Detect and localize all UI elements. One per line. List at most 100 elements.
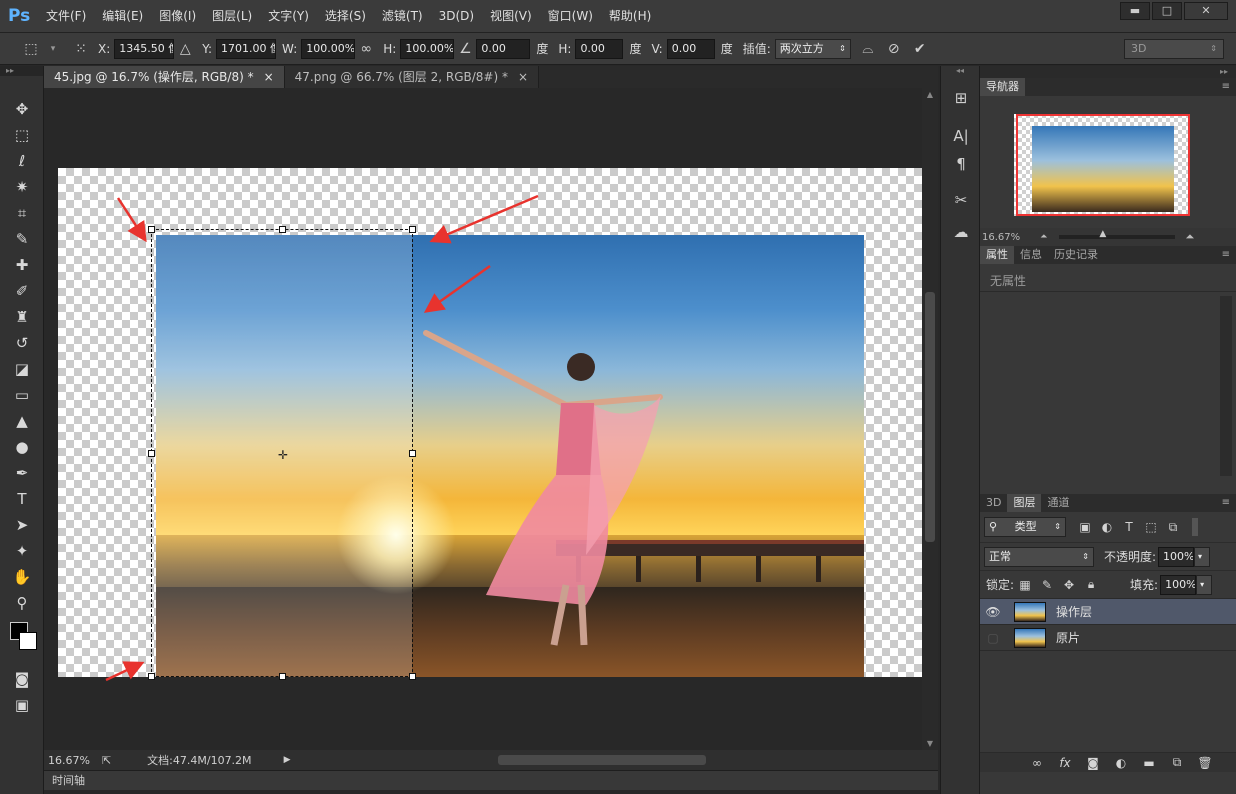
navigator-zoom-slider[interactable]: ▲ bbox=[1059, 229, 1176, 239]
filter-toggle[interactable] bbox=[1192, 518, 1198, 536]
delete-layer-icon[interactable]: 🗑︎ bbox=[1194, 753, 1216, 773]
menu-edit[interactable]: 编辑(E) bbox=[94, 0, 151, 33]
menu-file[interactable]: 文件(F) bbox=[38, 0, 94, 33]
opacity-field[interactable]: 100% bbox=[1158, 546, 1195, 567]
crop-tool-icon[interactable]: ⌗ bbox=[0, 200, 44, 226]
dodge-tool-icon[interactable]: ● bbox=[0, 434, 44, 460]
link-icon[interactable]: ∞ bbox=[355, 38, 377, 60]
transform-handle-left[interactable] bbox=[148, 450, 155, 457]
lasso-tool-icon[interactable]: ℓ bbox=[0, 148, 44, 174]
strip-grip[interactable]: ◂◂ bbox=[941, 66, 979, 84]
rotate-field[interactable]: 0.00 bbox=[476, 38, 531, 59]
vskew-field[interactable]: 0.00 bbox=[666, 38, 715, 59]
lock-all-icon[interactable]: 🔒︎ bbox=[1080, 575, 1102, 595]
transform-pivot-icon[interactable]: ✛ bbox=[278, 449, 290, 461]
filter-smart-object-icon[interactable]: ⧉ bbox=[1162, 517, 1184, 537]
vertical-scrollbar[interactable]: ▲ ▼ bbox=[922, 88, 938, 750]
path-selection-tool-icon[interactable]: ➤ bbox=[0, 512, 44, 538]
x-field[interactable]: 1345.50 像 bbox=[114, 38, 175, 59]
filter-adjustment-icon[interactable]: ◐ bbox=[1096, 517, 1118, 537]
lock-pixels-icon[interactable]: ✎ bbox=[1036, 575, 1058, 595]
hand-tool-icon[interactable]: ✋ bbox=[0, 564, 44, 590]
new-layer-icon[interactable]: ⧉ bbox=[1166, 753, 1188, 773]
panel-menu-icon[interactable]: ≡ bbox=[1222, 78, 1230, 96]
zoom-tool-icon[interactable]: ⚲ bbox=[0, 590, 44, 616]
canvas-area[interactable]: ✛ bbox=[44, 88, 922, 750]
filter-pixel-icon[interactable]: ▣ bbox=[1074, 517, 1096, 537]
height-field[interactable]: 100.00% bbox=[400, 38, 455, 59]
eyedropper-tool-icon[interactable]: ✎ bbox=[0, 226, 44, 252]
transform-handle-bottom[interactable] bbox=[279, 673, 286, 680]
maximize-button[interactable]: □ bbox=[1152, 2, 1182, 20]
chevron-down-icon[interactable]: ▾ bbox=[1194, 546, 1211, 567]
scroll-down-icon[interactable]: ▼ bbox=[922, 739, 938, 748]
zoom-out-icon[interactable]: ⏶ bbox=[1040, 232, 1047, 242]
status-menu-arrow-icon[interactable]: ▶ bbox=[284, 755, 291, 765]
adjustment-layer-icon[interactable]: ◐ bbox=[1110, 753, 1132, 773]
y-field[interactable]: 1701.00 像 bbox=[216, 38, 277, 59]
background-color-swatch[interactable] bbox=[19, 632, 37, 650]
menu-image[interactable]: 图像(I) bbox=[151, 0, 204, 33]
tab-layers[interactable]: 图层 bbox=[1007, 494, 1042, 512]
menu-select[interactable]: 选择(S) bbox=[317, 0, 374, 33]
zoom-level[interactable]: 16.67% bbox=[48, 754, 90, 767]
menu-layer[interactable]: 图层(L) bbox=[204, 0, 260, 33]
pen-tool-icon[interactable]: ✒ bbox=[0, 460, 44, 486]
scroll-up-icon[interactable]: ▲ bbox=[922, 90, 938, 99]
history-brush-tool-icon[interactable]: ↺ bbox=[0, 330, 44, 356]
properties-scrollbar[interactable] bbox=[1220, 296, 1232, 476]
navigator-zoom-value[interactable]: 16.67% bbox=[982, 232, 1020, 243]
menu-3d[interactable]: 3D(D) bbox=[431, 0, 482, 33]
close-button[interactable]: ✕ bbox=[1184, 2, 1228, 20]
toolbox-grip[interactable]: ▸▸ bbox=[0, 66, 43, 76]
interpolation-select[interactable]: 两次立方 ⇕ bbox=[774, 38, 851, 59]
quick-mask-icon[interactable]: ◙ bbox=[0, 666, 44, 692]
dock-grip[interactable]: ▸▸ bbox=[980, 66, 1236, 78]
magic-wand-tool-icon[interactable]: ✷ bbox=[0, 174, 44, 200]
cancel-transform-icon[interactable]: ⊘ bbox=[883, 38, 905, 60]
eye-icon[interactable]: 👁︎ bbox=[980, 605, 1006, 619]
workspace-select[interactable]: 3D ⇕ bbox=[1124, 39, 1224, 59]
panel-menu-icon[interactable]: ≡ bbox=[1222, 246, 1230, 264]
visibility-off-icon[interactable]: ▢ bbox=[980, 631, 1006, 645]
transform-handle-bottom-right[interactable] bbox=[409, 673, 416, 680]
tab-47-png[interactable]: 47.png @ 66.7% (图层 2, RGB/8#) * × bbox=[284, 66, 540, 88]
tab-channels[interactable]: 通道 bbox=[1041, 494, 1075, 512]
export-icon[interactable]: ⇱ bbox=[102, 754, 111, 767]
lock-position-icon[interactable]: ✥ bbox=[1058, 575, 1080, 595]
transform-handle-top[interactable] bbox=[279, 226, 286, 233]
layer-name[interactable]: 原片 bbox=[1056, 629, 1080, 646]
layer-name[interactable]: 操作层 bbox=[1056, 603, 1092, 620]
tab-close-icon[interactable]: × bbox=[264, 66, 274, 88]
menu-type[interactable]: 文字(Y) bbox=[260, 0, 317, 33]
brush-presets-icon[interactable]: ✂ bbox=[941, 186, 981, 214]
navigator-view-box[interactable] bbox=[1016, 114, 1190, 216]
timeline-panel-tab[interactable]: 时间轴 bbox=[44, 770, 938, 790]
commit-transform-icon[interactable]: ✔ bbox=[909, 38, 931, 60]
panel-menu-icon[interactable]: ≡ bbox=[1222, 494, 1230, 512]
new-group-icon[interactable]: ▬ bbox=[1138, 753, 1160, 773]
blur-tool-icon[interactable]: ▲ bbox=[0, 408, 44, 434]
minimize-button[interactable]: ▬ bbox=[1120, 2, 1150, 20]
filter-type-icon[interactable]: T bbox=[1118, 517, 1140, 537]
tab-45-jpg[interactable]: 45.jpg @ 16.7% (操作层, RGB/8) * × bbox=[44, 66, 285, 88]
brush-tool-icon[interactable]: ✐ bbox=[0, 278, 44, 304]
add-mask-icon[interactable]: ◙ bbox=[1082, 753, 1104, 773]
shape-tool-icon[interactable]: ✦ bbox=[0, 538, 44, 564]
horizontal-scroll-thumb[interactable] bbox=[498, 755, 706, 765]
lock-transparent-icon[interactable]: ▦ bbox=[1014, 575, 1036, 595]
relative-position-icon[interactable]: △ bbox=[174, 38, 196, 60]
hskew-field[interactable]: 0.00 bbox=[575, 38, 624, 59]
marquee-tool-icon[interactable]: ⬚ bbox=[0, 122, 44, 148]
fill-field[interactable]: 100% bbox=[1160, 574, 1197, 595]
transform-tool-icon[interactable]: ⬚ bbox=[20, 38, 42, 60]
warp-icon[interactable]: ⌓ bbox=[857, 38, 879, 60]
transform-handle-top-right[interactable] bbox=[409, 226, 416, 233]
menu-view[interactable]: 视图(V) bbox=[482, 0, 540, 33]
type-tool-icon[interactable]: T bbox=[0, 486, 44, 512]
creative-cloud-icon[interactable]: ☁ bbox=[941, 218, 981, 246]
tab-history[interactable]: 历史记录 bbox=[1048, 246, 1104, 264]
layer-style-fx-icon[interactable]: fx bbox=[1054, 753, 1076, 773]
layer-row-original[interactable]: ▢ 原片 bbox=[980, 625, 1236, 651]
layer-row-operation[interactable]: 👁︎ 操作层 bbox=[980, 599, 1236, 625]
